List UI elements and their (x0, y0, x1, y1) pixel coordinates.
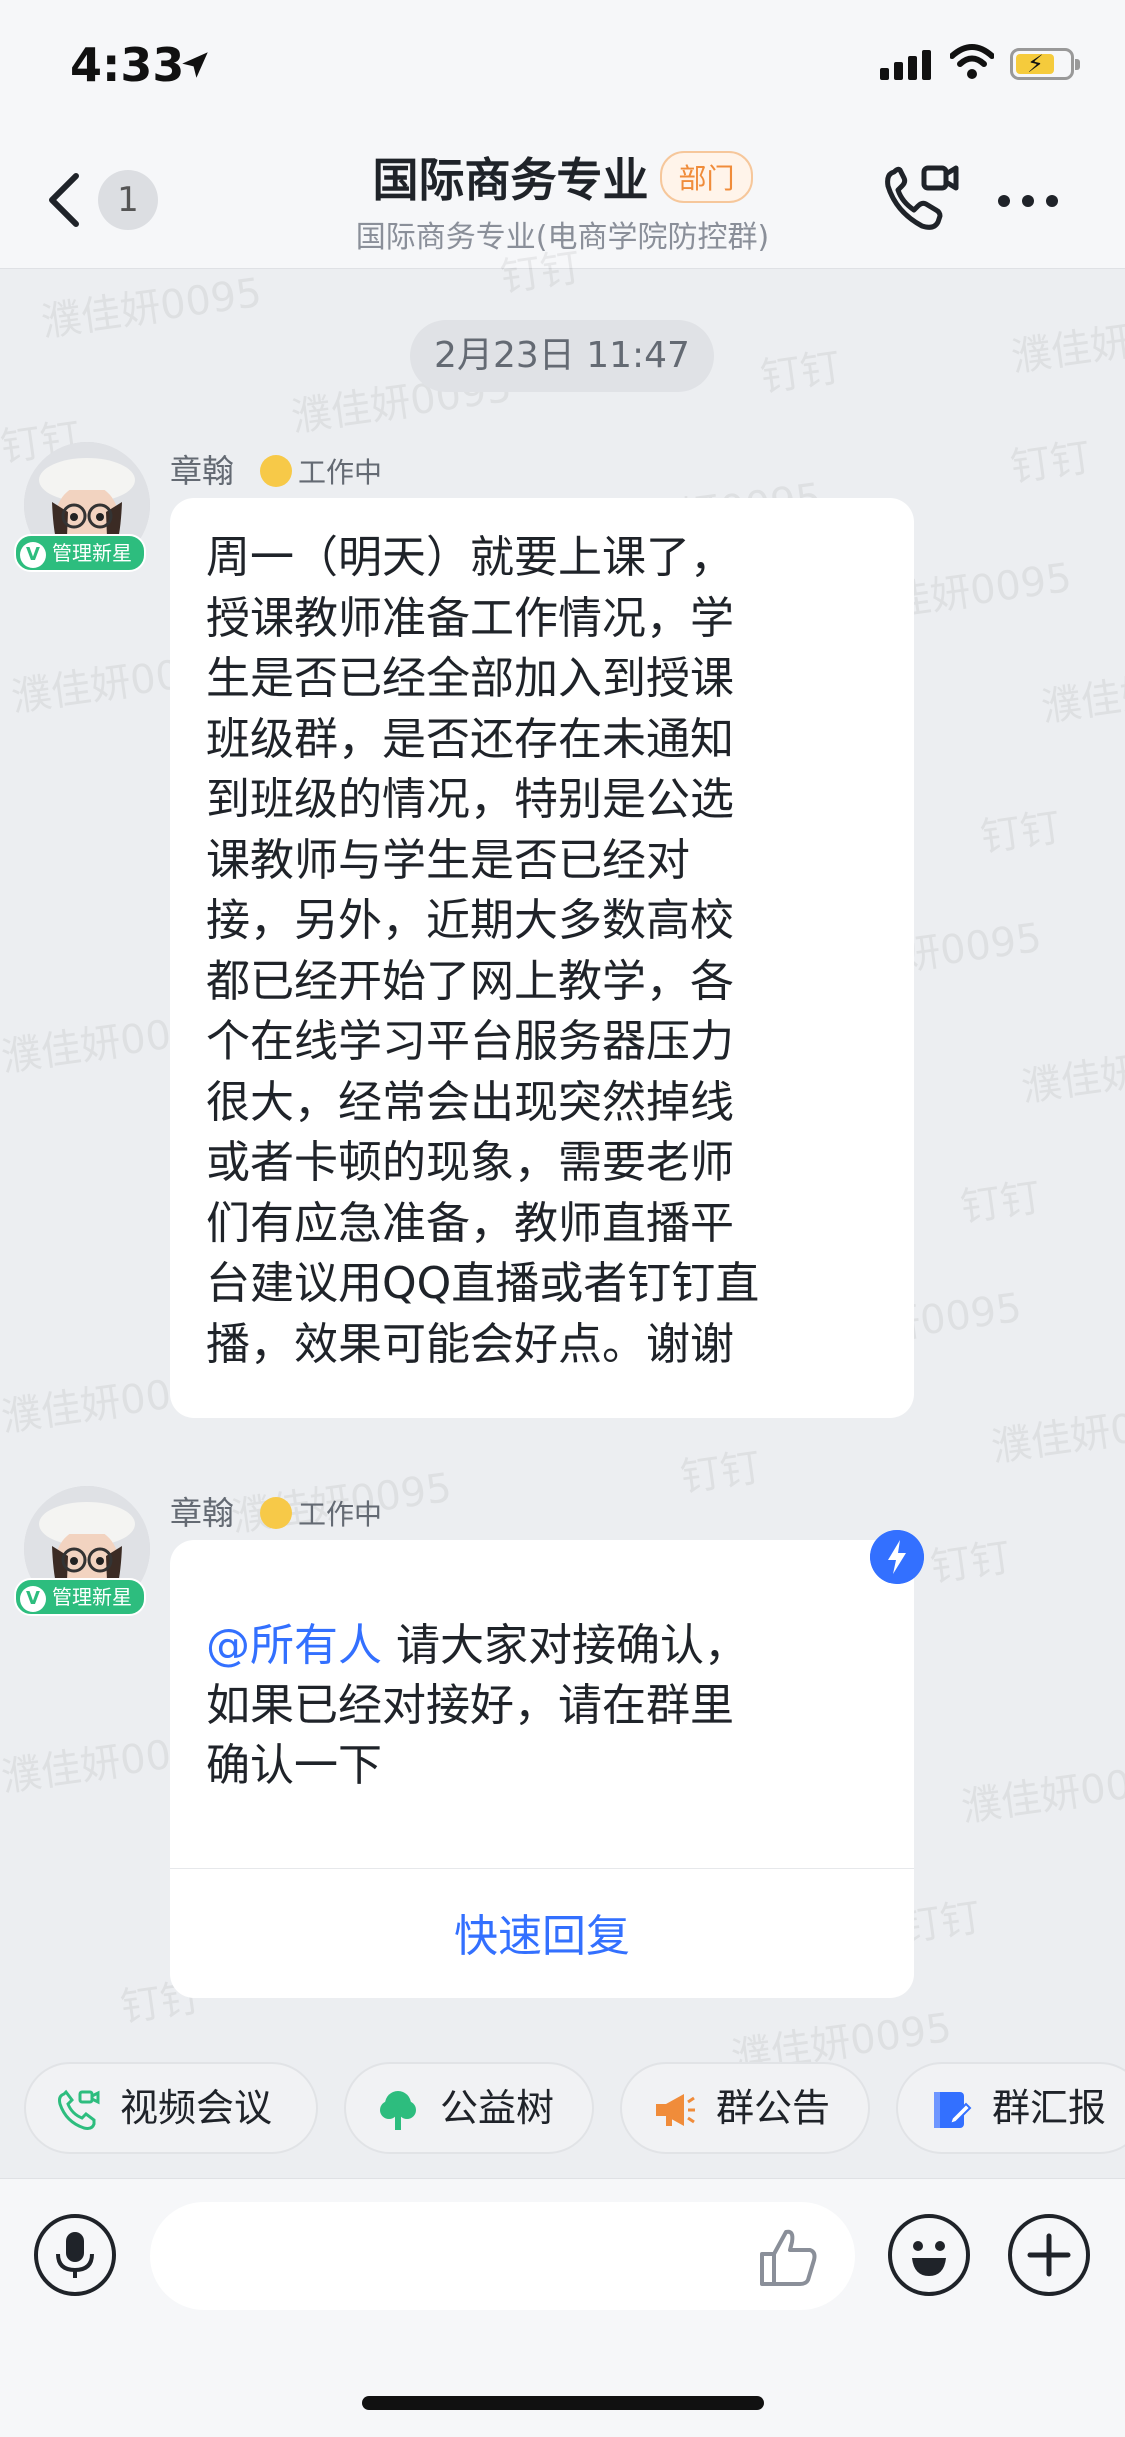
watermark: 钉钉 (957, 1174, 1044, 1232)
ding-lightning-icon (870, 1530, 924, 1584)
message-input[interactable] (150, 2202, 855, 2310)
tool-video-meeting[interactable]: 视频会议 (24, 2062, 318, 2154)
divider (170, 1868, 914, 1869)
message-bubble[interactable]: 周一（明天）就要上课了， 授课教师准备工作情况，学 生是否已经全部加入到授课 班… (170, 498, 914, 1418)
more-actions-button[interactable] (1008, 2214, 1090, 2296)
tree-icon (380, 2091, 416, 2130)
watermark: 濮佳妍0095 (1008, 304, 1125, 382)
message-line: 接，另外，近期大多数高校 (206, 895, 734, 946)
badge-label: 管理新星 (52, 1585, 132, 1609)
verified-icon: V (20, 1586, 46, 1612)
watermark: 钉钉 (497, 244, 584, 302)
grinning-emoji-icon (260, 1497, 293, 1529)
battery-icon: ⚡ (1010, 48, 1080, 80)
chip-label: 公益树 (440, 2086, 555, 2130)
location-arrow-icon (182, 52, 208, 78)
message-text: @所有人 请大家对接确认， 如果已经对接好，请在群里 确认一下 (206, 1616, 886, 1796)
sender-name: 章翰 (170, 1494, 235, 1532)
admin-badge: V 管理新星 (14, 534, 146, 572)
message-line: 班级群，是否还存在未通知 (206, 713, 734, 765)
chip-label: 群公告 (716, 2086, 831, 2130)
grinning-emoji-icon (260, 455, 293, 487)
admin-badge: V 管理新星 (14, 1578, 146, 1616)
watermark: 濮佳妍0095 (988, 1394, 1125, 1472)
video-call-icon (58, 2089, 100, 2130)
voice-input-button[interactable] (34, 2214, 116, 2296)
message-line: 个在线学习平台服务器压力 (206, 1016, 734, 1067)
mention-all[interactable]: @所有人 (206, 1620, 382, 1671)
message-line: 们有应急准备，教师直播平 (206, 1197, 734, 1249)
home-indicator (362, 2396, 764, 2410)
watermark: 濮佳妍0095 (1018, 1034, 1125, 1112)
message-line: 生是否已经全部加入到授课 (206, 653, 734, 704)
message-timestamp: 2月23日 11:47 (410, 320, 714, 392)
watermark: 钉钉 (977, 804, 1064, 862)
watermark: 濮佳妍0095 (38, 269, 265, 347)
watermark: 钉钉 (757, 344, 844, 402)
chip-label: 视频会议 (120, 2086, 273, 2130)
watermark: 钉钉 (1007, 434, 1094, 492)
tool-group-report[interactable]: 群汇报 (896, 2062, 1125, 2154)
badge-label: 管理新星 (52, 541, 132, 565)
message-line: 台建议用QQ直播或者钉钉直 (206, 1258, 760, 1309)
sender-status: 工作中 (260, 1497, 383, 1531)
verified-icon: V (20, 542, 46, 568)
sender-row: 章翰 工作中 (170, 1488, 382, 1534)
message-line: 或者卡顿的现象，需要老师 (206, 1137, 734, 1188)
thumbs-up-icon[interactable] (752, 2222, 822, 2292)
microphone-icon (56, 2232, 94, 2278)
message-line: 授课教师准备工作情况，学 (206, 592, 734, 644)
message-line: 周一（明天）就要上课了， (206, 532, 734, 583)
plus-icon (1027, 2233, 1071, 2277)
message-line: 确认一下 (206, 1740, 382, 1791)
wifi-icon (950, 44, 994, 79)
status-label: 工作中 (298, 1498, 383, 1531)
smile-icon (912, 2241, 946, 2276)
more-options-icon[interactable] (998, 192, 1070, 211)
watermark: 钉钉 (927, 1534, 1014, 1592)
sender-name: 章翰 (170, 452, 235, 490)
ding-message-card[interactable]: @所有人 请大家对接确认， 如果已经对接好，请在群里 确认一下 快速回复 (170, 1540, 914, 1998)
megaphone-icon (656, 2094, 695, 2126)
report-icon (934, 2092, 972, 2128)
phone-video-call-icon[interactable] (880, 160, 960, 236)
message-line: 很大，经常会出现突然掉线 (206, 1076, 734, 1128)
watermark: 濮佳妍0095 (958, 1754, 1125, 1832)
watermark: 钉钉 (677, 1444, 764, 1502)
emoji-button[interactable] (888, 2214, 970, 2296)
cellular-signal-icon (880, 50, 936, 80)
message-line: 到班级的情况，特别是公选 (206, 774, 734, 825)
chip-label: 群汇报 (992, 2086, 1107, 2130)
message-line: 请大家对接确认， (382, 1620, 748, 1671)
chat-title: 国际商务专业 (372, 153, 649, 207)
message-line: 课教师与学生是否已经对 (206, 834, 690, 886)
message-line: 如果已经对接好，请在群里 (206, 1680, 734, 1731)
message-line: 播，效果可能会好点。谢谢 (206, 1318, 734, 1370)
message-line: 都已经开始了网上教学，各 (206, 955, 734, 1007)
quick-reply-button[interactable]: 快速回复 (170, 1900, 914, 1964)
status-label: 工作中 (298, 456, 383, 489)
tool-charity-tree[interactable]: 公益树 (344, 2062, 594, 2154)
sender-row: 章翰 工作中 (170, 446, 382, 492)
tool-group-announcement[interactable]: 群公告 (620, 2062, 870, 2154)
department-tag: 部门 (660, 151, 753, 203)
status-time: 4:33 (70, 38, 185, 92)
watermark: 濮佳妍0095 (1038, 654, 1125, 732)
sender-status: 工作中 (260, 455, 383, 489)
